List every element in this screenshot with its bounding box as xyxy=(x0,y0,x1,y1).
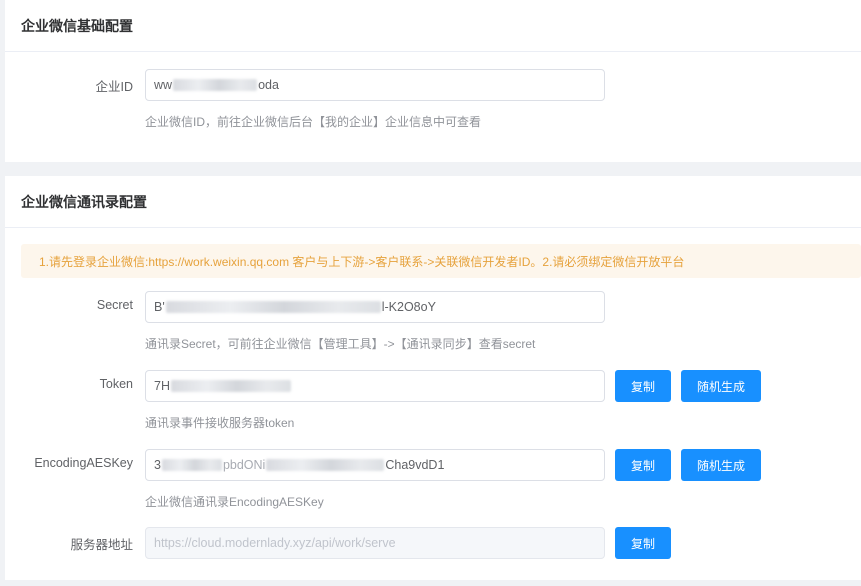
aeskey-generate-button[interactable]: 随机生成 xyxy=(681,449,761,481)
corp-id-value-end: oda xyxy=(258,78,279,92)
secret-hint: 通讯录Secret，可前往企业微信【管理工具】->【通讯录同步】查看secret xyxy=(145,337,536,351)
notice-banner: 1.请先登录企业微信:https://work.weixin.qq.com 客户… xyxy=(21,244,861,278)
corp-id-row: 企业ID ww oda xyxy=(5,68,861,102)
aeskey-value-mid: pbdONi xyxy=(222,458,266,472)
token-copy-button[interactable]: 复制 xyxy=(615,370,671,402)
secret-redacted xyxy=(165,301,381,313)
secret-value-start: B' xyxy=(154,300,165,314)
aeskey-hint: 企业微信通讯录EncodingAESKey xyxy=(145,495,324,509)
server-label: 服务器地址 xyxy=(70,538,133,552)
aeskey-label: EncodingAESKey xyxy=(34,456,133,470)
aeskey-row: EncodingAESKey 3 pbdONi Cha9vdD1 复制 随机生成 xyxy=(5,448,861,482)
contacts-config-title: 企业微信通讯录配置 xyxy=(5,176,861,228)
token-redacted xyxy=(170,380,291,392)
corp-id-hint: 企业微信ID，前往企业微信后台【我的企业】企业信息中可查看 xyxy=(145,115,482,129)
aeskey-redacted-2 xyxy=(266,459,385,471)
aeskey-value-end: Cha9vdD1 xyxy=(385,458,445,472)
secret-row: Secret B' l-K2O8oY xyxy=(5,290,861,324)
secret-label: Secret xyxy=(96,298,133,312)
aeskey-copy-button[interactable]: 复制 xyxy=(615,449,671,481)
server-row: 服务器地址 https://cloud.modernlady.xyz/api/w… xyxy=(5,526,861,560)
aeskey-redacted-1 xyxy=(161,459,222,471)
server-copy-button[interactable]: 复制 xyxy=(615,527,671,559)
secret-value-end: l-K2O8oY xyxy=(381,300,436,314)
token-hint: 通讯录事件接收服务器token xyxy=(145,416,295,430)
aeskey-input[interactable]: 3 pbdONi Cha9vdD1 xyxy=(145,449,605,481)
corp-id-redacted xyxy=(173,79,258,91)
basic-config-card: 企业微信基础配置 企业ID ww oda 企业微信ID，前往企业微信后台【我的企… xyxy=(5,0,861,162)
token-value-start: 7H xyxy=(154,379,170,393)
corp-id-input[interactable]: ww oda xyxy=(145,69,605,101)
contacts-config-card: 企业微信通讯录配置 1.请先登录企业微信:https://work.weixin… xyxy=(5,176,861,580)
secret-input[interactable]: B' l-K2O8oY xyxy=(145,291,605,323)
token-input[interactable]: 7H xyxy=(145,370,605,402)
corp-id-value-start: ww xyxy=(154,78,173,92)
token-generate-button[interactable]: 随机生成 xyxy=(681,370,761,402)
token-label: Token xyxy=(99,377,133,391)
aeskey-value-start: 3 xyxy=(154,458,161,472)
basic-config-title: 企业微信基础配置 xyxy=(5,0,861,52)
token-row: Token 7H 复制 随机生成 xyxy=(5,369,861,403)
corp-id-label: 企业ID xyxy=(95,80,133,94)
server-address-input: https://cloud.modernlady.xyz/api/work/se… xyxy=(145,527,605,559)
